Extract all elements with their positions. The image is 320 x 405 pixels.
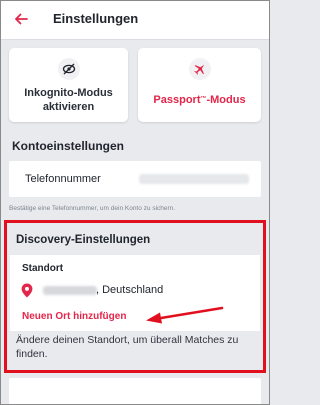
add-new-location-link[interactable]: Neuen Ort hinzufügen — [22, 311, 126, 322]
phone-number-value-redacted — [139, 174, 249, 184]
account-settings-heading: Kontoeinstellungen — [12, 139, 124, 153]
passport-icon-circle — [188, 58, 211, 80]
location-label: Standort — [22, 263, 64, 274]
incognito-label: Inkognito-Modus aktivieren — [24, 87, 113, 113]
pointer-arrow-icon — [146, 306, 224, 324]
passport-label-suffix: -Modus — [206, 94, 246, 106]
arrow-left-icon[interactable] — [13, 11, 29, 27]
location-city-redacted — [43, 286, 97, 295]
incognito-card[interactable]: Inkognito-Modus aktivieren — [9, 48, 128, 122]
passport-label-text: Passport — [153, 94, 201, 106]
plane-icon — [193, 64, 204, 75]
location-pin-icon — [21, 283, 33, 298]
incognito-icon-circle — [57, 58, 80, 80]
phone-number-row[interactable]: Telefonnummer — [9, 161, 261, 197]
phone-number-label: Telefonnummer — [25, 173, 101, 185]
location-country: , Deutschland — [96, 284, 164, 296]
page-title: Einstellungen — [53, 11, 139, 26]
phone-hint-text: Bestätige eine Telefonnummer, um dein Ko… — [9, 205, 176, 212]
mask-icon — [62, 63, 75, 75]
app-header: Einstellungen — [0, 0, 270, 40]
passport-label: Passport™-Modus — [138, 93, 261, 107]
trademark-sign: ™ — [200, 96, 207, 102]
location-panel: Standort , Deutschland Neuen Ort hinzufü… — [10, 255, 260, 331]
passport-card[interactable]: Passport™-Modus — [138, 48, 261, 122]
next-settings-card[interactable] — [9, 378, 261, 405]
discovery-highlight-box: Discovery-Einstellungen Standort , Deuts… — [4, 220, 266, 373]
discovery-description: Ändere deinen Standort, um überall Match… — [16, 334, 239, 360]
discovery-settings-heading: Discovery-Einstellungen — [16, 234, 151, 246]
